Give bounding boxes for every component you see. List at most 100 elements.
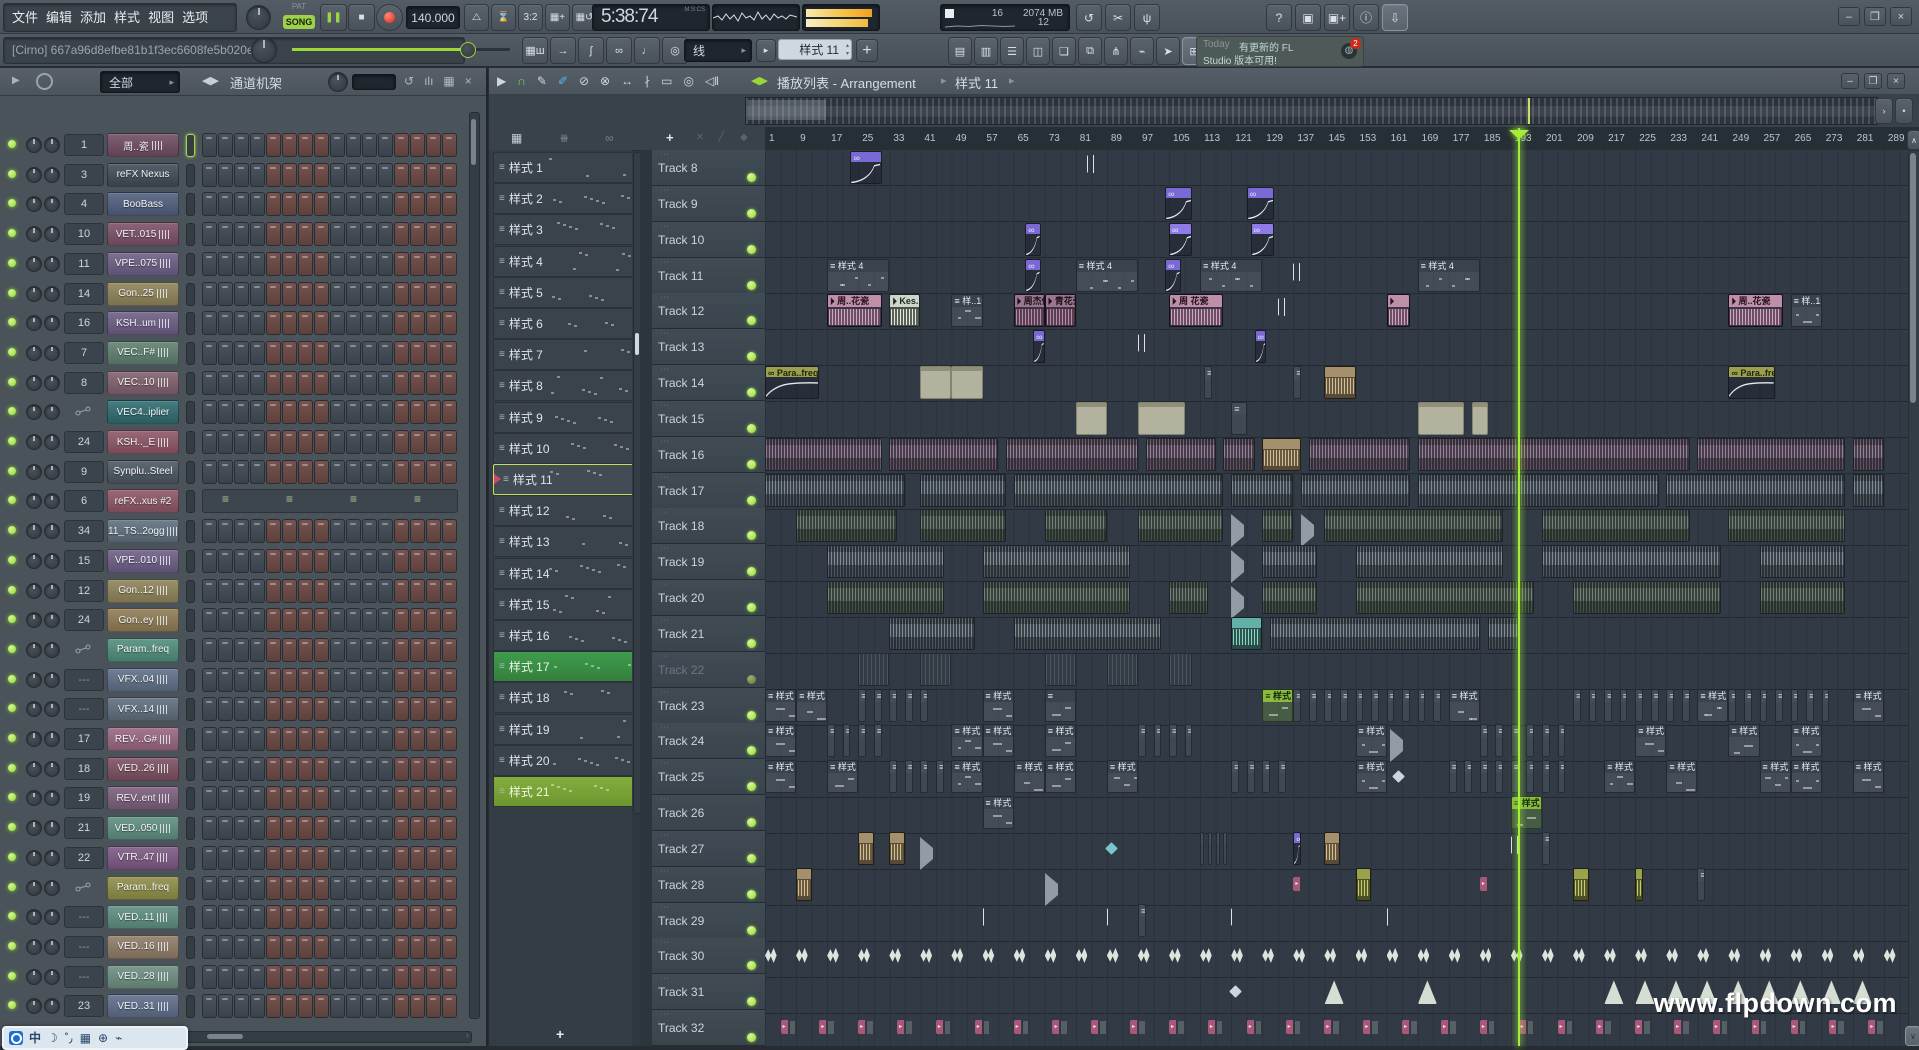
channel-number[interactable]: 19 [64,787,104,809]
clip-mini[interactable]: ≡ [1387,689,1395,722]
track-led[interactable] [747,567,756,576]
step-button[interactable] [378,579,393,603]
step-button[interactable] [298,519,313,543]
step-button[interactable] [346,163,361,187]
pattern-item[interactable]: ≡样式 18 [493,682,632,713]
step-button[interactable] [202,579,217,603]
clip-mini[interactable]: ≡ [1682,689,1690,722]
fullhalf-icon[interactable]: ⊕ [98,1029,108,1047]
diamond-icon[interactable]: ◆ [740,132,748,143]
step-button[interactable] [426,282,441,306]
step-button[interactable] [266,549,281,573]
clip-patB[interactable] [1418,402,1465,435]
clip-pp[interactable]: ▸ [1208,1020,1224,1034]
step-button[interactable] [442,341,457,365]
clip-stS[interactable] [827,545,944,578]
clip-stD[interactable] [1045,653,1076,686]
channel-number[interactable]: 16 [64,312,104,334]
clip-autoP[interactable]: ∞ [1165,187,1192,220]
step-button[interactable] [378,876,393,900]
step-button[interactable] [394,430,409,454]
pattern-item[interactable]: ≡样式 10 [493,433,632,464]
step-button[interactable] [250,222,265,246]
step-button[interactable] [426,786,441,810]
step-button[interactable] [362,282,377,306]
step-button[interactable] [250,727,265,751]
clip-pat[interactable]: ≡ 样式 1 [1107,760,1138,793]
step-button[interactable] [394,222,409,246]
step-button[interactable] [250,757,265,781]
channel-fader[interactable] [186,223,195,246]
clip-mini[interactable]: ≡ [1231,760,1239,793]
clip-stD[interactable] [920,653,951,686]
step-button[interactable] [298,252,313,276]
clip-autoP2[interactable]: ∞ [1169,223,1192,256]
channel-pan-knob[interactable] [26,998,42,1014]
step-button[interactable] [362,252,377,276]
step-button[interactable] [378,846,393,870]
main-pitch-slider[interactable] [292,48,510,51]
clip-mini[interactable]: ≡ [1433,689,1441,722]
clip-audM[interactable]: ⏵ 青花瓷 [1045,294,1076,327]
step-button[interactable] [298,994,313,1018]
step-button[interactable] [266,994,281,1018]
channel-fader[interactable] [186,431,195,454]
step-button[interactable] [298,668,313,692]
step-button[interactable] [410,846,425,870]
step-button[interactable] [298,222,313,246]
channel-volume-knob[interactable] [44,493,60,509]
track-led[interactable] [747,316,756,325]
channel-button[interactable]: VFX..04 [107,668,179,692]
step-button[interactable] [250,638,265,662]
clip-wt[interactable] [1045,946,1057,964]
clip-patG2[interactable]: ≡ 样式 21 [1511,796,1542,829]
channel-led[interactable] [8,586,16,594]
step-button[interactable] [266,371,281,395]
clip-wt[interactable] [1418,946,1430,964]
step-button[interactable] [362,727,377,751]
clip-stG[interactable] [1324,509,1503,542]
channel-pan-knob[interactable] [26,167,42,183]
clip-mini[interactable]: ≡ [905,689,913,722]
step-button[interactable] [202,965,217,989]
step-button[interactable] [442,876,457,900]
step-button[interactable] [362,816,377,840]
clip-stM[interactable] [1146,438,1216,471]
channel-pan-knob[interactable] [26,939,42,955]
clip-pp[interactable]: ▸ [819,1020,835,1034]
clip-wt[interactable] [1884,946,1896,964]
clip-wt[interactable] [1697,946,1709,964]
channel-number[interactable]: --- [64,966,104,988]
step-button[interactable] [266,668,281,692]
step-button[interactable] [426,668,441,692]
step-button[interactable] [202,311,217,335]
channel-fader[interactable] [186,906,195,929]
step-button[interactable] [202,994,217,1018]
step-button[interactable] [282,757,297,781]
step-button[interactable] [314,460,329,484]
step-button[interactable] [346,549,361,573]
channel-fader[interactable] [186,877,195,900]
clip-audT[interactable] [1324,366,1355,399]
step-button[interactable] [234,876,249,900]
step-button[interactable] [410,252,425,276]
step-button[interactable] [330,935,345,959]
step-button[interactable] [234,163,249,187]
clip-stS[interactable] [1014,617,1162,650]
update-notification[interactable]: Today 有更新的 FL Studio 版本可用! ◍ 2 [1196,36,1364,67]
stop-button[interactable]: ■ [348,4,375,31]
step-button[interactable] [378,430,393,454]
clip-wt[interactable] [920,946,932,964]
clip-stG[interactable] [796,509,897,542]
step-button[interactable] [426,816,441,840]
delete-track-icon[interactable]: ✕ [696,132,704,143]
track-header[interactable]: ⋯Track 23 [652,688,765,724]
step-button[interactable] [394,994,409,1018]
clip-wt[interactable] [1604,946,1616,964]
step-button[interactable] [378,608,393,632]
clip-audW[interactable]: ⏵ Kes..ella [889,294,920,327]
clip-audM[interactable]: ⏵ 周杰伦 Ja..u [1014,294,1045,327]
track-header[interactable]: ⋯Track 13 [652,329,765,365]
step-button[interactable] [298,163,313,187]
step-button[interactable] [250,608,265,632]
